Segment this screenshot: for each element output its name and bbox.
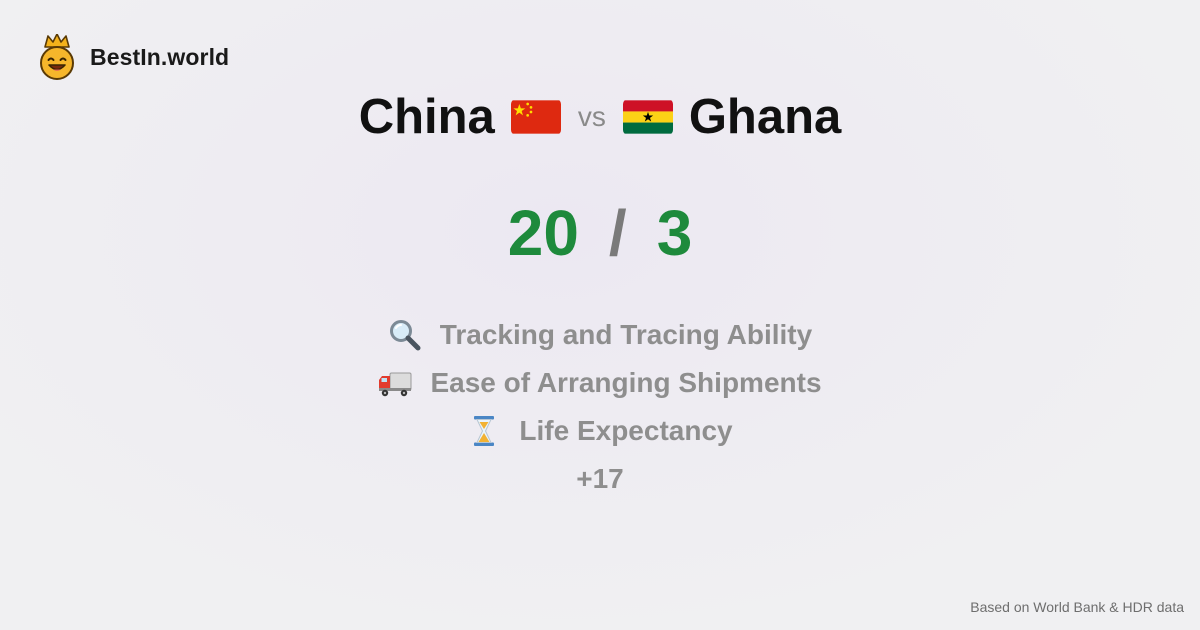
hourglass-icon [474, 416, 495, 446]
brand[interactable]: BestIn.world [38, 34, 229, 80]
score-separator: / [608, 197, 627, 269]
metric-label: Tracking and Tracing Ability [439, 319, 813, 350]
brand-name: BestIn.world [90, 43, 230, 70]
metric-item: Life Expectancy [0, 407, 1200, 455]
left-country-name: China [358, 90, 495, 144]
china-flag-icon [510, 100, 561, 134]
right-country-name: Ghana [688, 90, 842, 144]
crowned-smiley-logo-icon [40, 34, 74, 80]
left-score: 20 [507, 197, 579, 269]
ghana-flag-icon [622, 100, 673, 134]
more-metrics-count: +17 [576, 463, 624, 494]
magnifying-glass-icon [389, 320, 421, 351]
metric-label: Ease of Arranging Shipments [430, 367, 822, 398]
right-score: 3 [656, 197, 693, 269]
metric-list: Tracking and Tracing Ability Ease of Arr… [0, 311, 1200, 503]
score-display: 20 / 3 [0, 192, 1200, 274]
delivery-truck-icon [379, 372, 412, 397]
comparison-title: China vs Ghana [0, 84, 1200, 150]
metric-label: Life Expectancy [519, 415, 733, 446]
metric-item: Tracking and Tracing Ability [0, 311, 1200, 359]
data-source-note: Based on World Bank & HDR data [970, 599, 1184, 615]
metric-item: Ease of Arranging Shipments [0, 359, 1200, 407]
vs-label: vs [577, 101, 606, 132]
